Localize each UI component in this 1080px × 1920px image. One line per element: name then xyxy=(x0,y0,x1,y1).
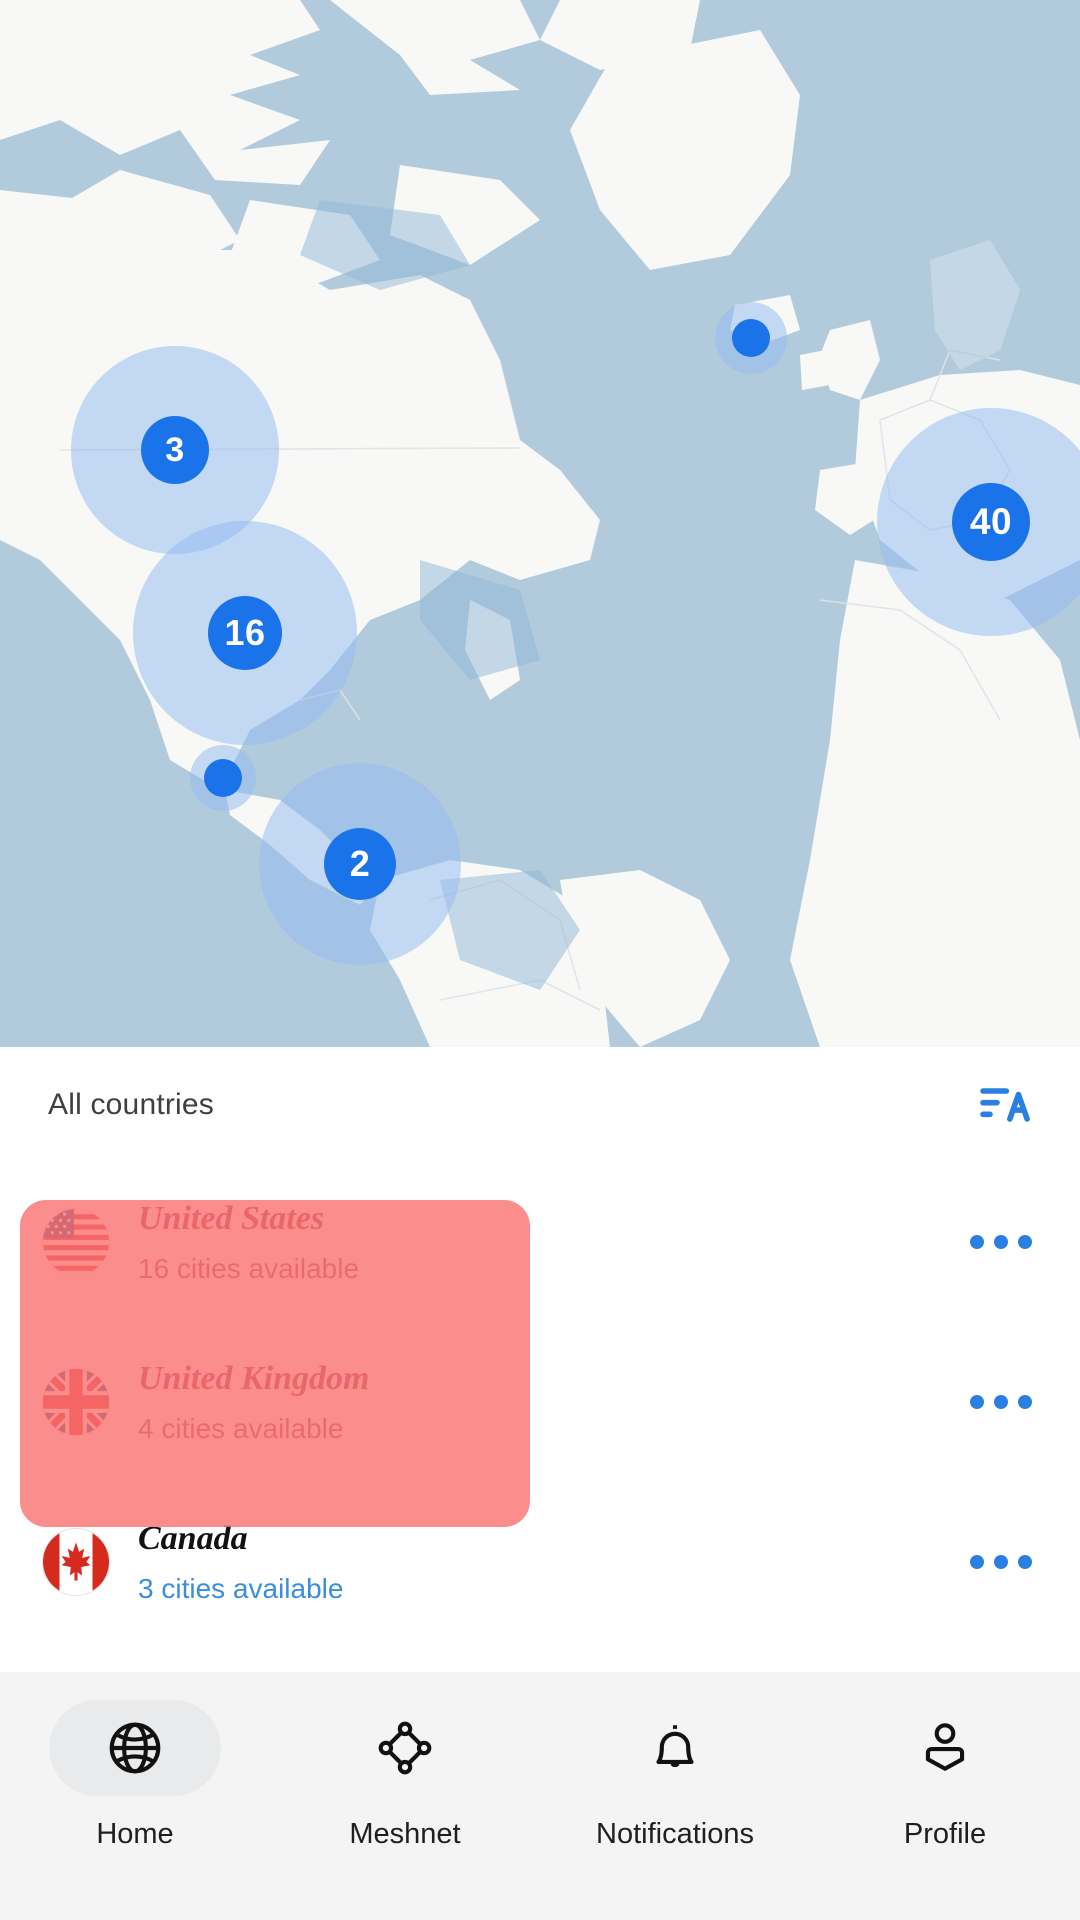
nav-item-profile[interactable]: Profile xyxy=(810,1672,1080,1851)
more-options-icon[interactable] xyxy=(970,1555,1032,1569)
bell-icon xyxy=(656,1725,694,1768)
dot xyxy=(970,1555,984,1569)
nav-pill-profile xyxy=(859,1700,1031,1796)
country-cities-count: 16 cities available xyxy=(138,1253,360,1285)
dot xyxy=(994,1395,1008,1409)
app-root: 3 16 40 2 All countries United States 16… xyxy=(0,0,1080,1920)
marker-dot[interactable] xyxy=(204,759,242,797)
dot xyxy=(1018,1395,1032,1409)
country-cities-count: 4 cities available xyxy=(138,1413,344,1445)
country-row-canada[interactable]: Canada 3 cities available xyxy=(0,1482,1080,1642)
dot xyxy=(994,1235,1008,1249)
dot xyxy=(970,1235,984,1249)
more-options-icon[interactable] xyxy=(970,1395,1032,1409)
cluster-marker-canada[interactable]: 3 xyxy=(71,346,279,554)
nav-label-meshnet: Meshnet xyxy=(349,1818,461,1850)
country-list: United States 16 cities available United… xyxy=(0,1162,1080,1642)
nav-label-profile: Profile xyxy=(903,1818,987,1850)
list-header-title: All countries xyxy=(48,1087,215,1121)
nav-label-home: Home xyxy=(96,1818,174,1850)
nav-label-notifications: Notifications xyxy=(596,1818,754,1850)
marker-dot[interactable]: 40 xyxy=(952,483,1030,561)
country-row-united-states[interactable]: United States 16 cities available xyxy=(0,1162,1080,1322)
marker-dot[interactable]: 16 xyxy=(208,596,282,670)
country-name: Canada xyxy=(138,1519,248,1557)
meshnet-icon xyxy=(378,1721,432,1775)
dot xyxy=(970,1395,984,1409)
country-row-text: United Kingdom 4 cities available xyxy=(138,1359,970,1446)
flag-gb-icon xyxy=(42,1368,110,1436)
dot xyxy=(1018,1235,1032,1249)
flag-us-icon xyxy=(42,1208,110,1276)
marker-dot[interactable]: 2 xyxy=(324,828,396,900)
country-cities-count: 3 cities available xyxy=(138,1573,344,1605)
sort-alphabetically-icon[interactable] xyxy=(976,1077,1032,1133)
more-options-icon[interactable] xyxy=(970,1235,1032,1249)
world-map[interactable]: 3 16 40 2 xyxy=(0,0,1080,1047)
country-name: United Kingdom xyxy=(138,1359,370,1397)
nav-item-meshnet[interactable]: Meshnet xyxy=(270,1672,540,1851)
nav-pill-meshnet xyxy=(319,1700,491,1796)
country-row-text: United States 16 cities available xyxy=(138,1199,970,1286)
country-list-panel: All countries United States 16 cities av… xyxy=(0,1047,1080,1672)
nav-pill-home xyxy=(49,1700,221,1796)
country-name: United States xyxy=(138,1199,325,1237)
nav-item-home[interactable]: Home xyxy=(0,1672,270,1851)
marker-dot[interactable] xyxy=(732,319,770,357)
nav-item-notifications[interactable]: Notifications xyxy=(540,1672,810,1851)
globe-icon xyxy=(109,1722,161,1774)
dot xyxy=(1018,1555,1032,1569)
country-row-united-kingdom[interactable]: United Kingdom 4 cities available xyxy=(0,1322,1080,1482)
list-header: All countries xyxy=(0,1047,1080,1162)
bottom-navigation-bar: Home Meshnet Notifications Profile xyxy=(0,1672,1080,1920)
dot xyxy=(994,1555,1008,1569)
user-profile-icon xyxy=(925,1723,965,1771)
nav-pill-notifications xyxy=(589,1700,761,1796)
country-row-text: Canada 3 cities available xyxy=(138,1519,970,1606)
flag-ca-icon xyxy=(42,1528,110,1596)
marker-dot[interactable]: 3 xyxy=(141,416,209,484)
